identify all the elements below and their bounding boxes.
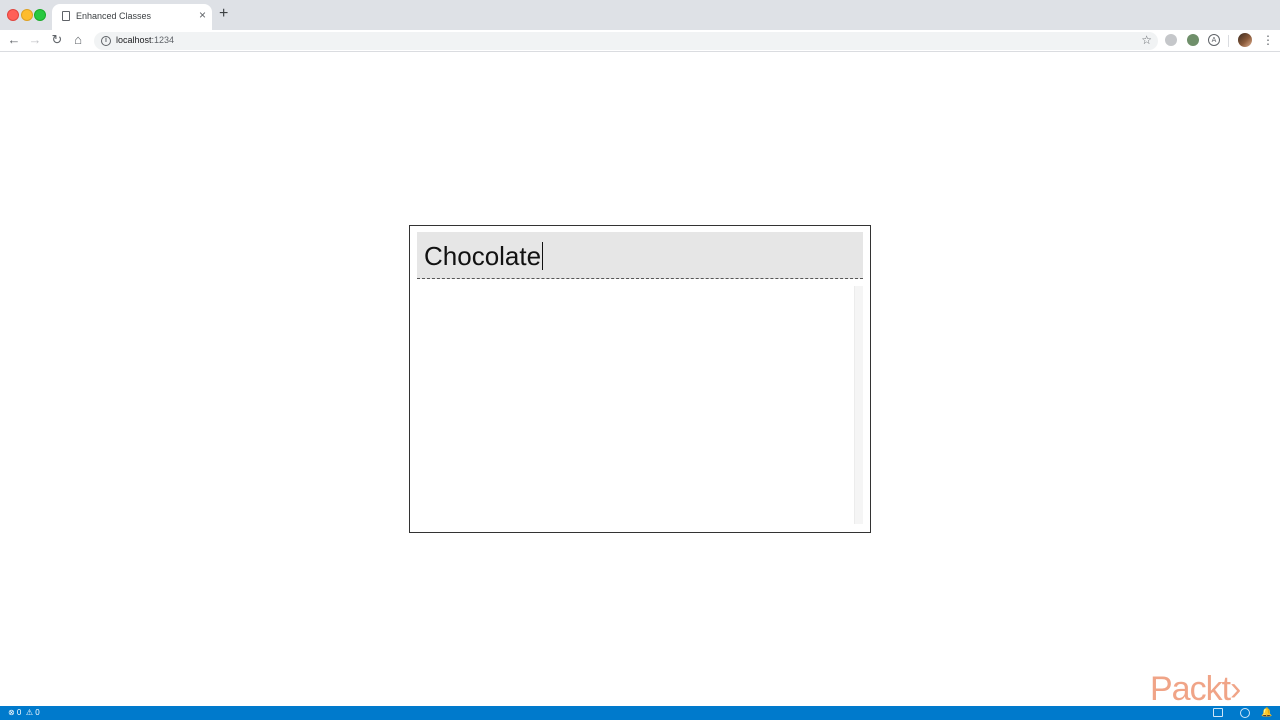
text-caret <box>542 242 544 270</box>
address-bar[interactable]: i localhost:1234 ☆ <box>94 32 1158 50</box>
close-window-button[interactable] <box>7 9 19 21</box>
tab-strip: Enhanced Classes × + <box>0 0 1280 30</box>
bookmark-star-icon[interactable]: ☆ <box>1141 33 1152 47</box>
toolbar-separator <box>1228 35 1229 47</box>
notifications-bell-icon[interactable]: 🔔 <box>1261 707 1272 718</box>
maximize-window-button[interactable] <box>34 9 46 21</box>
feedback-icon[interactable] <box>1213 708 1223 717</box>
reload-button[interactable]: ↻ <box>49 32 65 48</box>
extension-a-icon[interactable]: A <box>1208 34 1220 46</box>
tab-enhanced-classes[interactable]: Enhanced Classes × <box>52 4 212 30</box>
minimize-window-button[interactable] <box>21 9 33 21</box>
page-icon <box>62 11 70 21</box>
editor-input[interactable]: Chocolate <box>417 232 863 279</box>
editor-text[interactable]: Chocolate <box>424 241 544 272</box>
url-text[interactable]: localhost:1234 <box>116 35 174 45</box>
editor-value: Chocolate <box>424 241 542 271</box>
new-tab-button[interactable]: + <box>219 6 228 22</box>
warnings-count: ⚠ 0 <box>25 708 40 717</box>
tab-close-icon[interactable]: × <box>199 9 206 21</box>
live-share-icon[interactable] <box>1240 708 1250 718</box>
home-button[interactable]: ⌂ <box>70 32 86 48</box>
browser-toolbar: ← → ↻ ⌂ i localhost:1234 ☆ A ⋮ <box>0 30 1280 52</box>
extension-gear-icon[interactable] <box>1187 34 1199 46</box>
status-bar: ⊗ 0 ⚠ 0 🔔 <box>0 706 1280 720</box>
profile-avatar[interactable] <box>1238 33 1252 47</box>
problems-indicator[interactable]: ⊗ 0 ⚠ 0 <box>8 708 40 717</box>
url-port: :1234 <box>151 35 175 45</box>
back-button[interactable]: ← <box>6 32 22 48</box>
menu-icon[interactable]: ⋮ <box>1262 32 1274 48</box>
forward-button[interactable]: → <box>27 32 43 48</box>
packt-logo: Packt› <box>1150 670 1241 708</box>
extension-x-icon[interactable] <box>1165 34 1177 46</box>
info-icon[interactable]: i <box>101 36 111 46</box>
errors-count: ⊗ 0 <box>8 708 22 717</box>
results-area <box>417 286 863 524</box>
tab-title: Enhanced Classes <box>76 11 152 21</box>
url-host: localhost <box>116 35 152 45</box>
scrollbar-track[interactable] <box>854 286 863 524</box>
editor-container: Chocolate <box>409 225 871 533</box>
